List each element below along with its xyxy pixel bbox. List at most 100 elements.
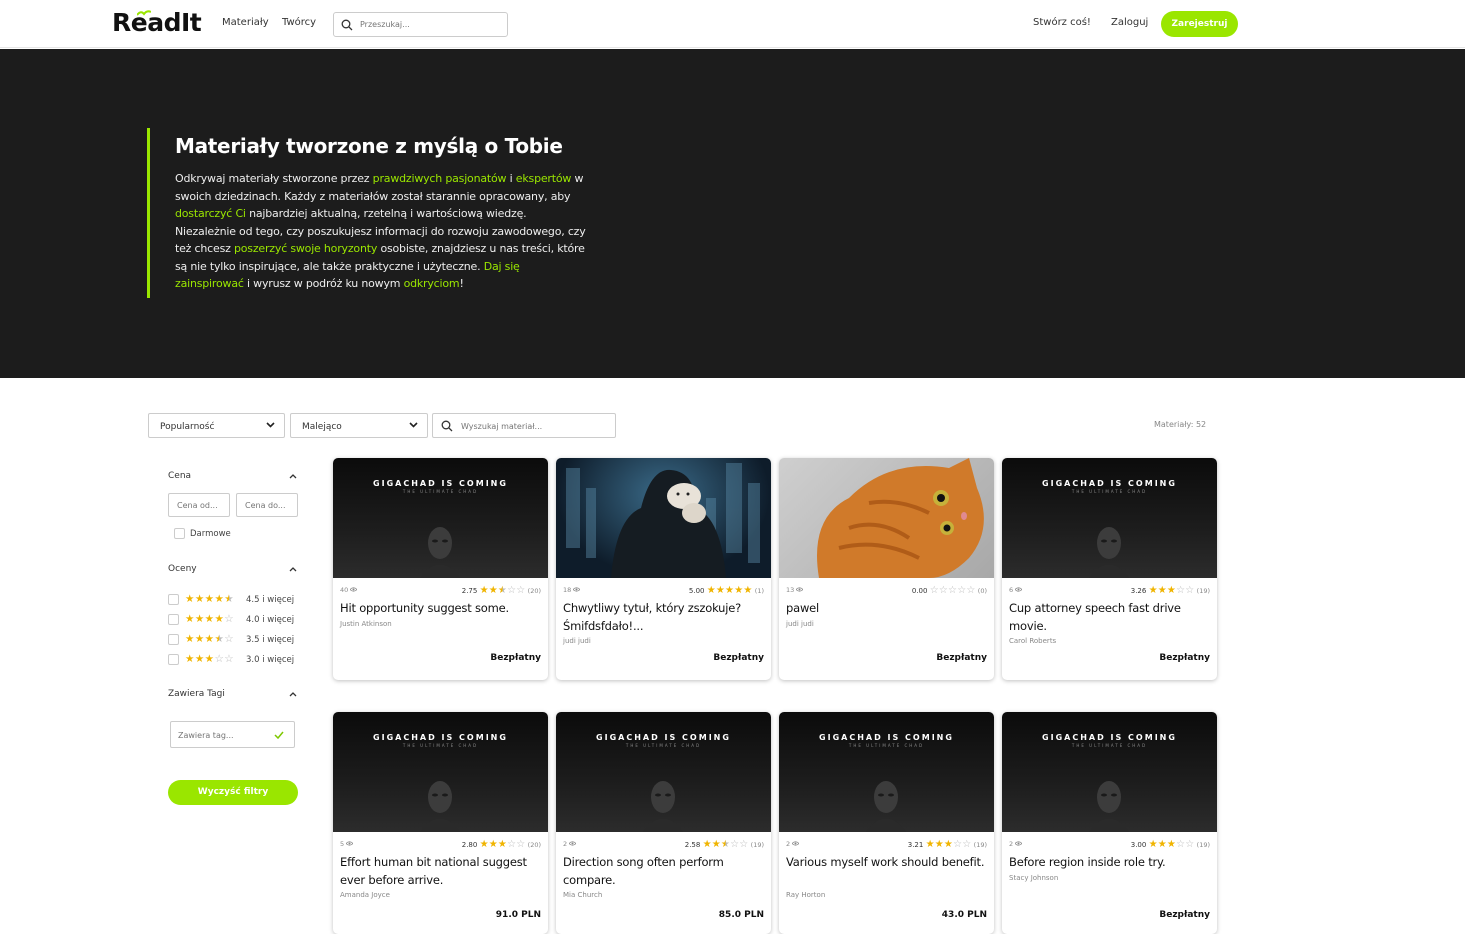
card-title[interactable]: Before region inside role try. bbox=[1009, 854, 1209, 872]
price-heading[interactable]: Cena bbox=[168, 471, 191, 481]
card-title[interactable]: Direction song often perform compare. bbox=[563, 854, 763, 889]
views-count: 13 bbox=[786, 586, 804, 594]
card-thumbnail[interactable] bbox=[779, 458, 994, 578]
card-thumbnail[interactable]: GIGACHAD IS COMING THE ULTIMATE CHAD bbox=[333, 458, 548, 578]
card-rating: 2.80 ★★★☆☆ (20) bbox=[462, 839, 541, 850]
sort-select[interactable]: Popularność bbox=[148, 413, 285, 438]
rating-filter-checkbox[interactable] bbox=[168, 634, 179, 645]
hero-description: Odkrywaj materiały stworzone przez prawd… bbox=[175, 170, 590, 293]
checkmark-icon[interactable] bbox=[274, 731, 284, 739]
card-author[interactable]: Carol Roberts bbox=[1009, 637, 1056, 645]
clear-filters-button[interactable]: Wyczyść filtry bbox=[168, 780, 298, 805]
nav-materials[interactable]: Materiały bbox=[222, 17, 269, 28]
chevron-up-icon[interactable] bbox=[289, 474, 297, 479]
rating-filter-checkbox[interactable] bbox=[168, 614, 179, 625]
material-card[interactable]: GIGACHAD IS COMING THE ULTIMATE CHAD 2 3.0… bbox=[1002, 712, 1217, 934]
login-link[interactable]: Zaloguj bbox=[1111, 17, 1148, 28]
rating-filter-label: 4.5 i więcej bbox=[246, 595, 295, 605]
card-rating: 3.26 ★★★☆☆ (19) bbox=[1131, 585, 1210, 596]
views-count: 2 bbox=[786, 840, 800, 848]
card-author[interactable]: judi judi bbox=[786, 620, 814, 628]
card-author[interactable]: Mia Church bbox=[563, 891, 602, 899]
thumbnail-subtitle: THE ULTIMATE CHAD bbox=[625, 743, 702, 748]
ratings-heading[interactable]: Oceny bbox=[168, 564, 197, 574]
material-card[interactable]: GIGACHAD IS COMING THE ULTIMATE CHAD 40 2.… bbox=[333, 458, 548, 680]
hero-text-segment: i bbox=[506, 172, 516, 185]
card-thumbnail[interactable] bbox=[556, 458, 771, 578]
material-card[interactable]: 13 0.00 ☆☆☆☆☆ (0) pawel judi judi Bezpłatny bbox=[779, 458, 994, 680]
price-to-box[interactable] bbox=[236, 493, 298, 517]
logo[interactable]: ReadIt bbox=[112, 8, 202, 37]
rating-value: 2.75 bbox=[461, 587, 478, 595]
card-thumbnail[interactable]: GIGACHAD IS COMING THE ULTIMATE CHAD bbox=[1002, 458, 1217, 578]
card-price: Bezpłatny bbox=[1159, 653, 1210, 663]
eye-icon bbox=[795, 587, 804, 592]
thumbnail-subtitle: THE ULTIMATE CHAD bbox=[402, 489, 479, 494]
card-price: 43.0 PLN bbox=[941, 910, 987, 920]
card-rating: 3.21 ★★★☆☆ (19) bbox=[908, 839, 987, 850]
tags-box[interactable] bbox=[170, 721, 295, 748]
material-card[interactable]: GIGACHAD IS COMING THE ULTIMATE CHAD 2 3.2… bbox=[779, 712, 994, 934]
card-thumbnail[interactable]: GIGACHAD IS COMING THE ULTIMATE CHAD bbox=[1002, 712, 1217, 832]
chevron-up-icon[interactable] bbox=[289, 692, 297, 697]
rating-stars-icon: ★★★☆☆ bbox=[1148, 839, 1195, 850]
card-title[interactable]: Effort human bit national suggest ever b… bbox=[340, 854, 540, 889]
register-button[interactable]: Zarejestruj bbox=[1161, 11, 1238, 37]
card-title[interactable]: Hit opportunity suggest some. bbox=[340, 600, 540, 618]
material-search-input[interactable] bbox=[461, 419, 609, 433]
tags-input[interactable] bbox=[178, 728, 273, 742]
search-icon bbox=[441, 420, 453, 432]
card-author[interactable]: Stacy Johnson bbox=[1009, 874, 1058, 882]
material-card[interactable]: 18 5.00 ★★★★★ (1) Chwytliwy tytuł, który … bbox=[556, 458, 771, 680]
material-card[interactable]: GIGACHAD IS COMING THE ULTIMATE CHAD 6 3.2… bbox=[1002, 458, 1217, 680]
sort-select-value: Popularność bbox=[160, 422, 215, 432]
card-title[interactable]: Chwytliwy tytuł, który zszokuje? Śmifdsf… bbox=[563, 600, 763, 635]
chevron-up-icon[interactable] bbox=[289, 567, 297, 572]
free-checkbox[interactable] bbox=[174, 528, 185, 539]
views-count: 40 bbox=[340, 586, 358, 594]
tags-heading[interactable]: Zawiera Tagi bbox=[168, 689, 225, 699]
card-title[interactable]: pawel bbox=[786, 600, 986, 618]
portrait-image bbox=[1089, 781, 1129, 832]
portrait-image bbox=[866, 781, 906, 832]
card-title[interactable]: Various myself work should benefit. bbox=[786, 854, 986, 872]
thumbnail-title: GIGACHAD IS COMING bbox=[1042, 733, 1177, 742]
rating-stars-icon: ★★★☆☆ bbox=[1148, 585, 1195, 596]
material-search-box[interactable] bbox=[432, 413, 616, 438]
rating-stars-icon: ★★★★☆ bbox=[185, 633, 235, 645]
card-title[interactable]: Cup attorney speech fast drive movie. bbox=[1009, 600, 1209, 635]
thumbnail-subtitle: THE ULTIMATE CHAD bbox=[1071, 743, 1148, 748]
hero-text-segment: ! bbox=[459, 277, 464, 290]
card-author[interactable]: Ray Horton bbox=[786, 891, 825, 899]
top-search-box[interactable] bbox=[333, 12, 508, 37]
nav-creators[interactable]: Twórcy bbox=[282, 17, 316, 28]
hero-text-segment: i wyrusz w podróż ku nowym bbox=[243, 277, 404, 290]
hero-section: Materiały tworzone z myślą o Tobie Odkry… bbox=[0, 49, 1465, 378]
card-author[interactable]: Justin Atkinson bbox=[340, 620, 392, 628]
card-author[interactable]: judi judi bbox=[563, 637, 591, 645]
rating-filter-checkbox[interactable] bbox=[168, 654, 179, 665]
top-search-input[interactable] bbox=[360, 17, 500, 32]
cat-image bbox=[817, 458, 984, 578]
rating-stars-icon: ★★★☆☆ bbox=[185, 653, 235, 665]
card-thumbnail[interactable]: GIGACHAD IS COMING THE ULTIMATE CHAD bbox=[333, 712, 548, 832]
rating-stars-icon: ★★★★★ bbox=[706, 585, 753, 596]
create-link[interactable]: Stwórz coś! bbox=[1033, 17, 1091, 28]
price-from-input[interactable] bbox=[177, 499, 225, 512]
rating-value: 0.00 bbox=[911, 587, 928, 595]
price-from-box[interactable] bbox=[168, 493, 230, 517]
rating-count: (20) bbox=[527, 587, 541, 595]
order-select-value: Malejąco bbox=[302, 422, 342, 432]
eye-icon bbox=[345, 841, 354, 846]
order-select[interactable]: Malejąco bbox=[290, 413, 428, 438]
card-thumbnail[interactable]: GIGACHAD IS COMING THE ULTIMATE CHAD bbox=[779, 712, 994, 832]
price-to-input[interactable] bbox=[245, 499, 293, 512]
material-card[interactable]: GIGACHAD IS COMING THE ULTIMATE CHAD 5 2.8… bbox=[333, 712, 548, 934]
rating-count: (19) bbox=[750, 841, 764, 849]
card-author[interactable]: Amanda Joyce bbox=[340, 891, 390, 899]
card-thumbnail[interactable]: GIGACHAD IS COMING THE ULTIMATE CHAD bbox=[556, 712, 771, 832]
rating-filter-checkbox[interactable] bbox=[168, 594, 179, 605]
rating-count: (1) bbox=[754, 587, 764, 595]
material-card[interactable]: GIGACHAD IS COMING THE ULTIMATE CHAD 2 2.5… bbox=[556, 712, 771, 934]
eye-icon bbox=[572, 587, 581, 592]
